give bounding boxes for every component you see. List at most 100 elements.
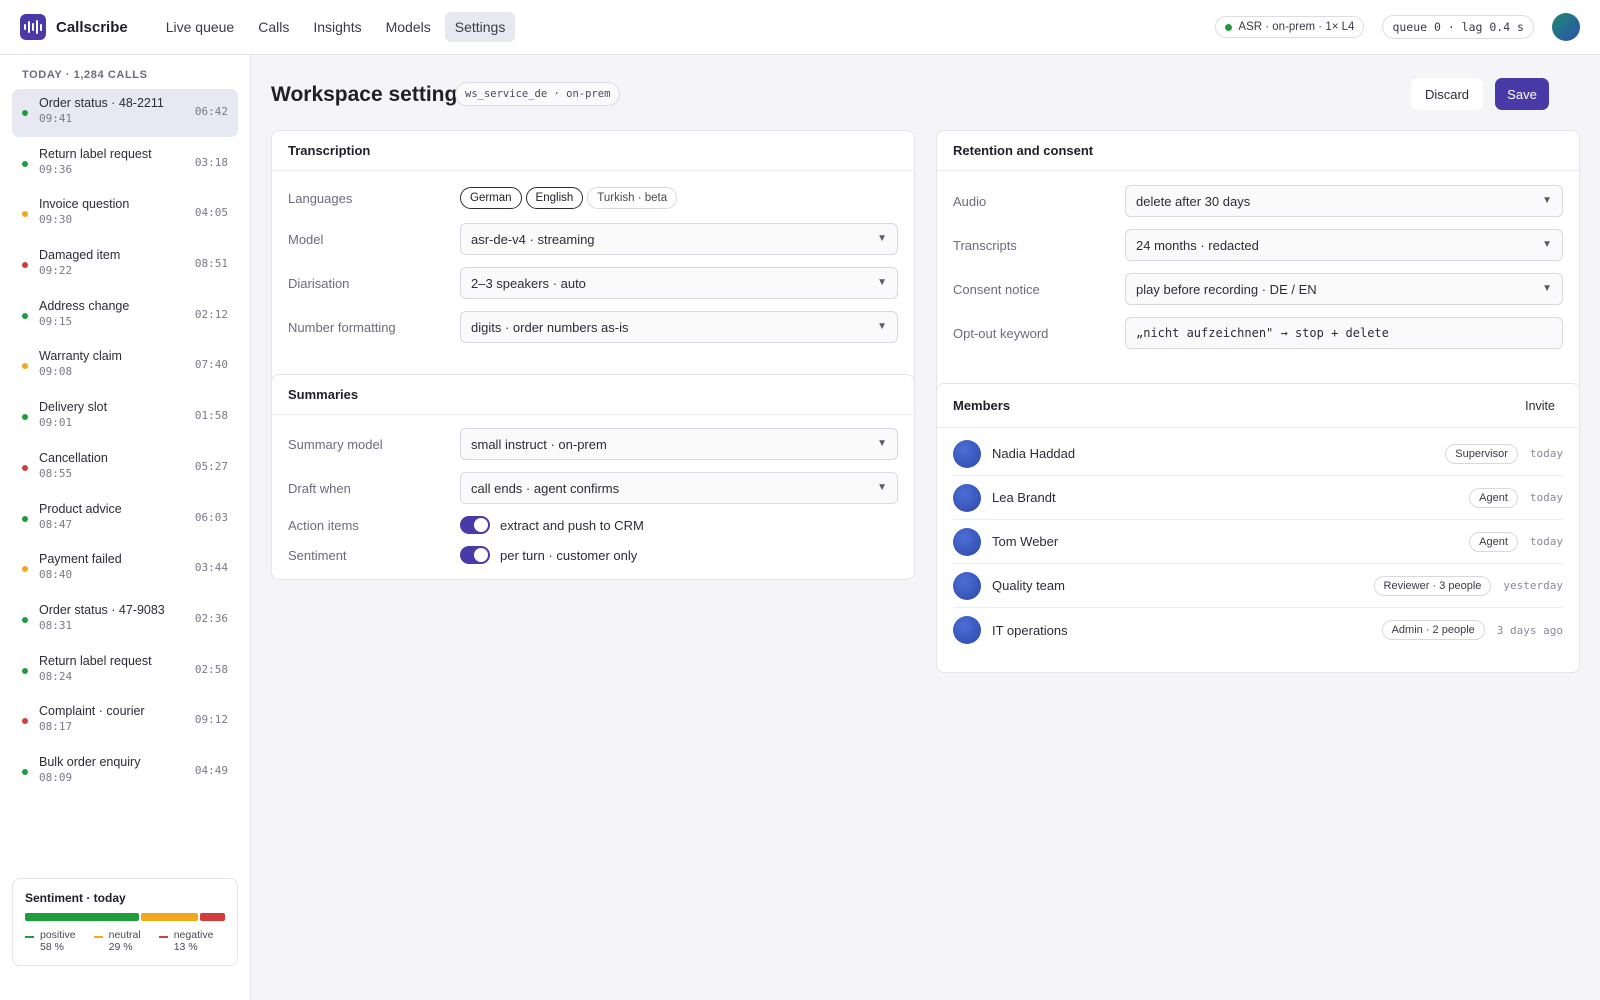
- call-list-item[interactable]: Complaint · courier 08:17 09:12: [12, 697, 238, 745]
- call-list-item[interactable]: Invoice question 09:30 04:05: [12, 190, 238, 238]
- transcription-title: Transcription: [272, 131, 914, 171]
- language-chip-english[interactable]: English: [525, 187, 584, 209]
- optout-keyword-input[interactable]: „nicht aufzeichnen" → stop + delete: [1125, 317, 1563, 349]
- call-list: Order status · 48-2211 09:41 06:42 Return l…: [0, 89, 250, 796]
- nav-models[interactable]: Models: [376, 12, 441, 42]
- member-role-badge[interactable]: Agent: [1469, 487, 1518, 508]
- call-list-item[interactable]: Warranty claim 09:08 07:40: [12, 342, 238, 390]
- nav-settings[interactable]: Settings: [444, 12, 516, 42]
- call-list-item[interactable]: Product advice 08:47 06:03: [12, 495, 238, 543]
- waveform-logo-icon[interactable]: [20, 14, 46, 40]
- nav-calls[interactable]: Calls: [248, 12, 299, 42]
- legend-positive-value: 58 %: [40, 941, 64, 953]
- call-list-item[interactable]: Order status · 48-2211 09:41 06:42: [12, 89, 238, 137]
- member-row[interactable]: Quality team Reviewer · 3 people yesterday: [953, 564, 1563, 608]
- call-list-item[interactable]: Bulk order enquiry 08:09 04:49: [12, 748, 238, 796]
- invite-button[interactable]: Invite: [1517, 395, 1563, 417]
- transcription-card: Transcription Languages German English T…: [271, 130, 915, 413]
- sentiment-dot-icon: [22, 211, 28, 218]
- number-formatting-value: digits · order numbers as-is: [471, 319, 629, 335]
- model-select[interactable]: asr-de-v4 · streaming ▼: [460, 223, 898, 255]
- sentiment-dot-icon: [22, 414, 28, 421]
- top-bar: Callscribe Live queue Calls Insights Mod…: [0, 0, 1600, 55]
- save-button[interactable]: Save: [1495, 78, 1549, 110]
- asr-status-badge[interactable]: ASR · on-prem · 1× L4: [1215, 16, 1365, 38]
- member-role-badge[interactable]: Reviewer · 3 people: [1373, 575, 1492, 596]
- member-row[interactable]: IT operations Admin · 2 people 3 days ago: [953, 608, 1563, 652]
- call-duration: 02:58: [194, 662, 228, 676]
- consent-row: Consent notice play before recording · D…: [953, 273, 1563, 305]
- member-name: Nadia Haddad: [992, 446, 1076, 461]
- call-duration: 07:40: [194, 358, 228, 372]
- positive-swatch-icon: [25, 936, 34, 938]
- call-list-item[interactable]: Return label request 08:24 02:58: [12, 647, 238, 695]
- queue-status-badge[interactable]: queue 0 · lag 0.4 s: [1382, 15, 1534, 39]
- summary-model-select[interactable]: small instruct · on-prem ▼: [460, 428, 898, 460]
- sentiment-neutral-segment: [140, 913, 198, 921]
- workspace-chip: ws_service_de · on-prem: [455, 82, 621, 106]
- retention-title: Retention and consent: [937, 131, 1579, 171]
- call-duration: 05:27: [194, 459, 228, 473]
- user-avatar[interactable]: [1552, 13, 1580, 41]
- sentiment-toggle[interactable]: [460, 546, 490, 564]
- member-last-seen: 3 days ago: [1496, 623, 1563, 637]
- members-card: Members Invite Nadia Haddad Supervisor tod…: [936, 383, 1580, 673]
- languages-label: Languages: [288, 190, 353, 206]
- member-row[interactable]: Lea Brandt Agent today: [953, 476, 1563, 520]
- draft-when-select[interactable]: call ends · agent confirms ▼: [460, 472, 898, 504]
- sentiment-dot-icon: [22, 464, 28, 471]
- member-name: IT operations: [992, 622, 1068, 638]
- language-chip-german[interactable]: German: [460, 187, 522, 209]
- call-duration: 02:36: [194, 611, 228, 625]
- call-list-item[interactable]: Delivery slot 09:01 01:58: [12, 393, 238, 441]
- audio-row: Audio delete after 30 days ▼: [953, 185, 1563, 217]
- member-role-badge[interactable]: Admin · 2 people: [1381, 620, 1485, 640]
- audio-select[interactable]: delete after 30 days ▼: [1125, 185, 1563, 217]
- optout-row: Opt-out keyword „nicht aufzeichnen" → st…: [953, 317, 1563, 349]
- call-duration: 01:58: [194, 409, 228, 423]
- call-duration: 03:44: [194, 561, 228, 575]
- member-role-badge[interactable]: Agent: [1469, 531, 1518, 552]
- action-items-toggle[interactable]: [460, 516, 490, 534]
- diarisation-select[interactable]: 2–3 speakers · auto ▼: [460, 267, 898, 299]
- summary-model-label: Summary model: [288, 436, 383, 452]
- call-list-item[interactable]: Address change 09:15 02:12: [12, 292, 238, 340]
- call-list-item[interactable]: Cancellation 08:55 05:27: [12, 444, 238, 492]
- call-list-item[interactable]: Order status · 47-9083 08:31 02:36: [12, 596, 238, 644]
- call-list-item[interactable]: Damaged item 09:22 08:51: [12, 241, 238, 289]
- call-list-item[interactable]: Payment failed 08:40 03:44: [12, 545, 238, 593]
- summary-model-row: Summary model small instruct · on-prem ▼: [288, 428, 898, 460]
- member-name: Quality team: [992, 578, 1065, 593]
- legend-positive: positive 58 %: [25, 929, 76, 953]
- action-items-label: Action items: [288, 517, 359, 533]
- consent-select[interactable]: play before recording · DE / EN ▼: [1125, 273, 1563, 305]
- number-formatting-select[interactable]: digits · order numbers as-is ▼: [460, 311, 898, 343]
- member-last-seen: today: [1529, 491, 1563, 504]
- language-chip-turkish[interactable]: Turkish · beta: [587, 187, 678, 209]
- member-avatar: [953, 483, 981, 512]
- app-name: Callscribe: [56, 18, 128, 36]
- summaries-title: Summaries: [272, 375, 914, 415]
- legend-neutral: neutral 29 %: [93, 929, 141, 953]
- chevron-down-icon: ▼: [1542, 195, 1552, 206]
- member-avatar: [953, 439, 981, 468]
- discard-button[interactable]: Discard: [1411, 78, 1483, 110]
- summaries-card: Summaries Summary model small instruct ·…: [271, 374, 915, 580]
- member-last-seen: today: [1529, 447, 1563, 460]
- nav-live-queue[interactable]: Live queue: [156, 12, 245, 42]
- member-row[interactable]: Tom Weber Agent today: [953, 520, 1563, 564]
- member-role-badge[interactable]: Supervisor: [1445, 443, 1518, 464]
- member-avatar: [953, 527, 981, 556]
- retention-card: Retention and consent Audio delete after…: [936, 130, 1580, 422]
- call-duration: 06:42: [194, 105, 228, 118]
- number-formatting-row: Number formatting digits · order numbers…: [288, 311, 898, 343]
- chevron-down-icon: ▼: [1542, 283, 1552, 294]
- transcripts-select[interactable]: 24 months · redacted ▼: [1125, 229, 1563, 261]
- nav-insights[interactable]: Insights: [303, 12, 371, 42]
- member-row[interactable]: Nadia Haddad Supervisor today: [953, 432, 1563, 476]
- members-header: Members Invite: [937, 384, 1579, 428]
- call-list-item[interactable]: Return label request 09:36 03:18: [12, 140, 238, 188]
- call-duration: 02:12: [194, 307, 228, 321]
- diarisation-row: Diarisation 2–3 speakers · auto ▼: [288, 267, 898, 299]
- sentiment-dot-icon: [22, 616, 28, 623]
